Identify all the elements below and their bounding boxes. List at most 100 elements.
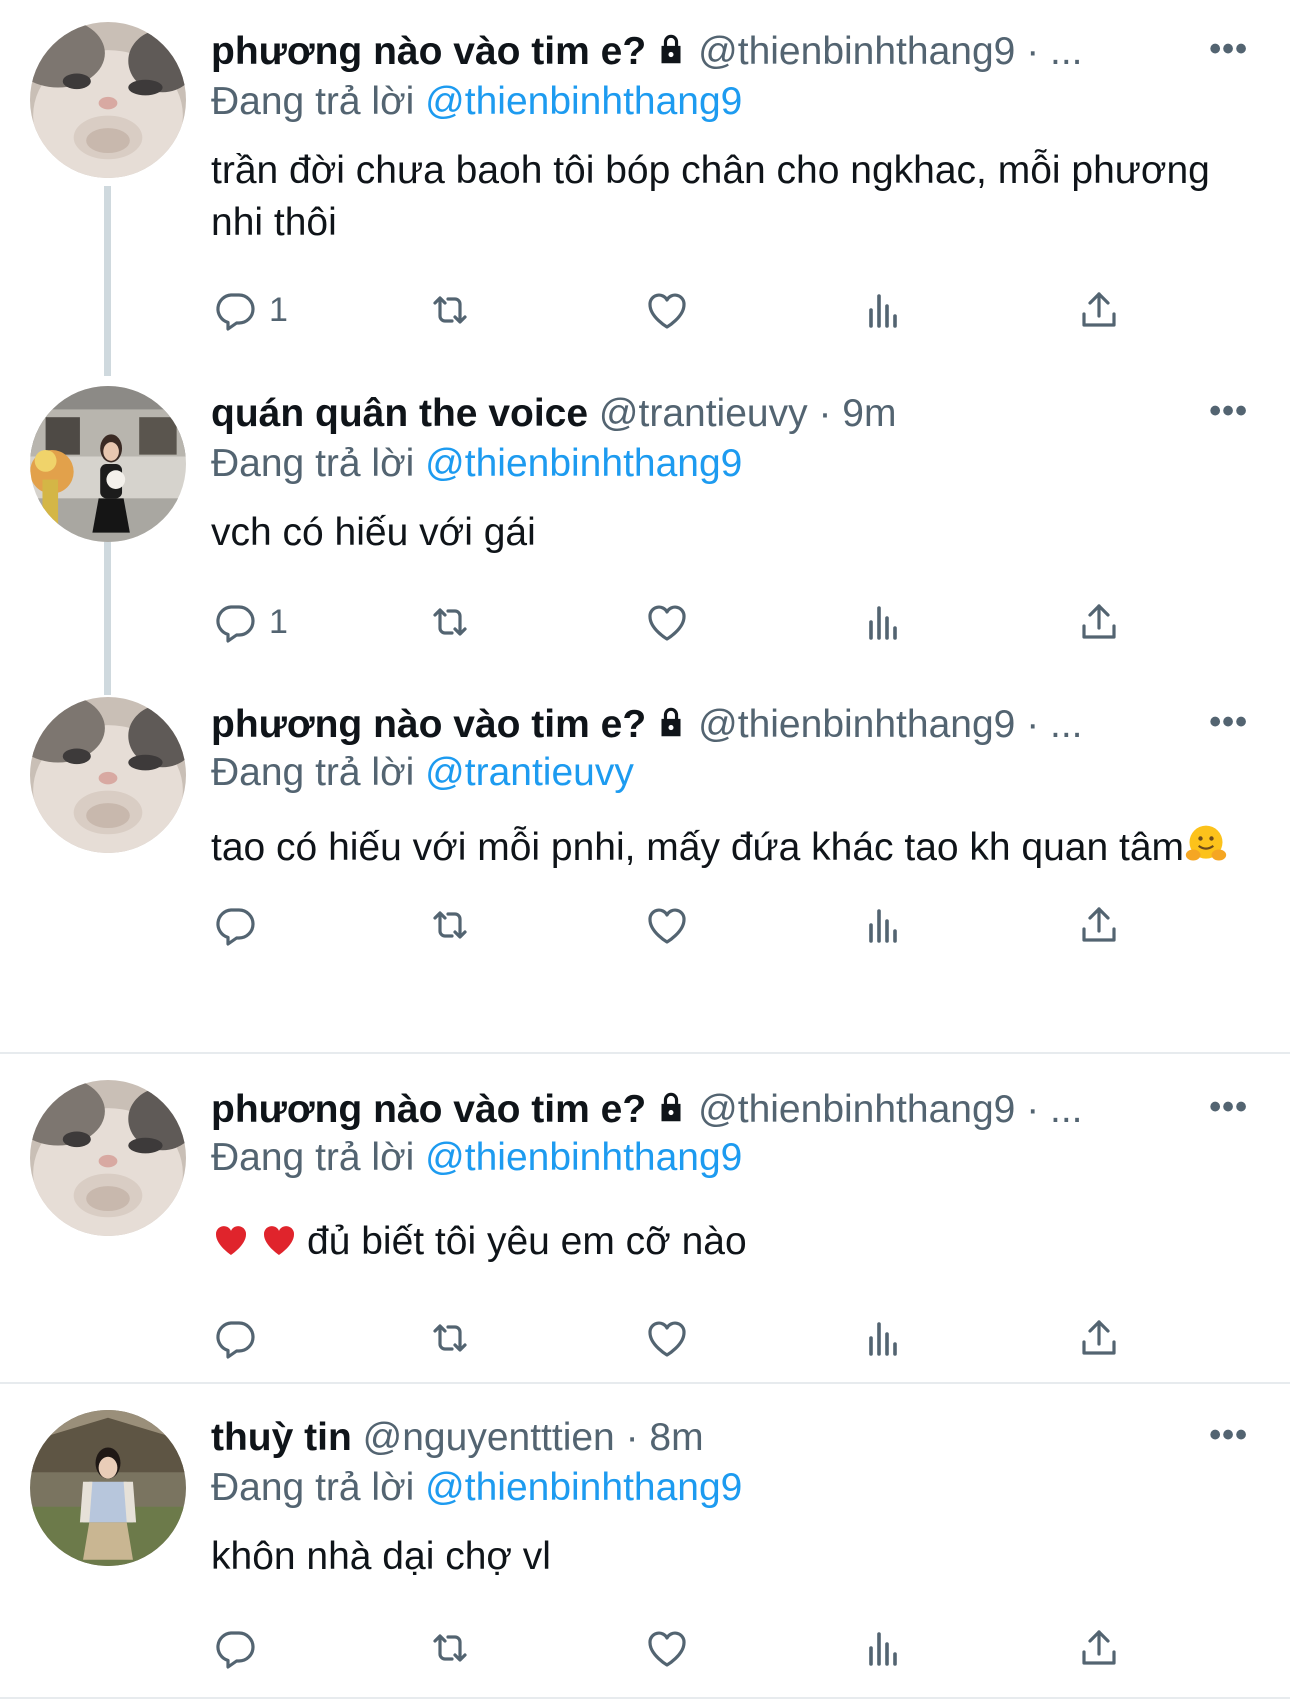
more-icon[interactable]: •••	[1209, 30, 1248, 69]
views-button[interactable]	[859, 1620, 907, 1676]
mention-link[interactable]: @thienbinhthang9	[425, 1136, 742, 1179]
like-button[interactable]	[643, 594, 691, 650]
reply-icon	[211, 598, 259, 646]
display-name[interactable]: quán quân the voice	[211, 392, 588, 435]
replying-to-label: Đang trả lời	[211, 751, 415, 794]
tweet-text-content: đủ biết tôi yêu em cỡ nào	[307, 1220, 747, 1263]
display-name[interactable]: phương nào vào tim e?	[211, 1088, 646, 1131]
share-icon	[1075, 901, 1123, 949]
timestamp: · 8m	[625, 1416, 704, 1459]
retweet-button[interactable]	[426, 594, 474, 650]
like-icon	[643, 1314, 691, 1362]
timestamp: · 9m	[818, 392, 897, 435]
user-handle[interactable]: @nguyentttien	[363, 1416, 615, 1459]
retweet-button[interactable]	[426, 282, 474, 338]
user-handle[interactable]: @thienbinhthang9	[698, 703, 1015, 746]
avatar[interactable]	[30, 22, 186, 178]
mention-link[interactable]: @thienbinhthang9	[425, 1466, 742, 1509]
tweet-text: trần đời chưa baoh tôi bóp chân cho ngkh…	[211, 149, 1210, 244]
more-icon[interactable]: •••	[1209, 1088, 1248, 1127]
reply-button[interactable]	[211, 1620, 269, 1676]
action-bar	[211, 1620, 1141, 1676]
red-heart-emoji-icon	[215, 1226, 247, 1255]
replying-to: Đang trả lời @thienbinhthang9	[211, 78, 742, 126]
views-button[interactable]	[859, 594, 907, 650]
more-icon[interactable]: •••	[1209, 1416, 1248, 1455]
like-button[interactable]	[643, 1620, 691, 1676]
tweet-text: tao có hiếu với mỗi pnhi, mấy đứa khác t…	[211, 815, 1251, 881]
retweet-button[interactable]	[426, 1310, 474, 1366]
user-handle[interactable]: @trantieuvy	[599, 392, 808, 435]
replying-to: Đang trả lời @thienbinhthang9	[211, 1134, 742, 1182]
retweet-icon	[426, 1624, 474, 1672]
mention-link[interactable]: @thienbinhthang9	[425, 442, 742, 485]
reply-count: 1	[269, 602, 288, 641]
tweet-header: phương nào vào tim e? @thienbinhthang9 · …	[211, 28, 1270, 76]
action-bar: 1	[211, 282, 1141, 338]
reply-button[interactable]	[211, 897, 269, 953]
tweet[interactable]: quán quân the voice @trantieuvy · 9m •••…	[0, 362, 1290, 692]
views-button[interactable]	[859, 1310, 907, 1366]
share-button[interactable]	[1075, 282, 1123, 338]
retweet-button[interactable]	[426, 897, 474, 953]
display-name[interactable]: phương nào vào tim e?	[211, 703, 646, 746]
user-handle[interactable]: @thienbinhthang9	[698, 30, 1015, 73]
replying-to-label: Đang trả lời	[211, 80, 415, 123]
views-button[interactable]	[859, 282, 907, 338]
action-bar	[211, 897, 1141, 953]
share-button[interactable]	[1075, 897, 1123, 953]
reply-icon	[211, 1314, 259, 1362]
lock-icon	[652, 1088, 690, 1126]
action-bar: 1	[211, 594, 1141, 650]
share-icon	[1075, 1314, 1123, 1362]
views-icon	[859, 286, 907, 334]
share-icon	[1075, 286, 1123, 334]
share-button[interactable]	[1075, 1620, 1123, 1676]
replying-to-label: Đang trả lời	[211, 1136, 415, 1179]
tweet-text: khôn nhà dại chợ vl	[211, 1535, 551, 1578]
reply-button[interactable]	[211, 1310, 269, 1366]
retweet-button[interactable]	[426, 1620, 474, 1676]
lock-icon	[652, 703, 690, 741]
reply-button[interactable]: 1	[211, 282, 288, 338]
share-button[interactable]	[1075, 1310, 1123, 1366]
like-button[interactable]	[643, 282, 691, 338]
more-icon[interactable]: •••	[1209, 703, 1248, 742]
avatar[interactable]	[30, 386, 186, 542]
timestamp: · ...	[1026, 703, 1083, 746]
views-icon	[859, 901, 907, 949]
avatar[interactable]	[30, 1080, 186, 1236]
replying-to: Đang trả lời @thienbinhthang9	[211, 440, 742, 488]
avatar[interactable]	[30, 1410, 186, 1566]
like-icon	[643, 901, 691, 949]
display-name[interactable]: thuỳ tin	[211, 1416, 352, 1459]
replying-to-label: Đang trả lời	[211, 1466, 415, 1509]
tweet[interactable]: phương nào vào tim e? @thienbinhthang9 · …	[0, 675, 1290, 1050]
tweet-text: vch có hiếu với gái	[211, 511, 536, 554]
like-button[interactable]	[643, 1310, 691, 1366]
tweet[interactable]: phương nào vào tim e? @thienbinhthang9 · …	[0, 1056, 1290, 1381]
tweet[interactable]: phương nào vào tim e? @thienbinhthang9 · …	[0, 0, 1290, 370]
like-button[interactable]	[643, 897, 691, 953]
retweet-icon	[426, 1314, 474, 1362]
timestamp: · ...	[1026, 1088, 1083, 1131]
user-handle[interactable]: @thienbinhthang9	[698, 1088, 1015, 1131]
avatar[interactable]	[30, 697, 186, 853]
share-button[interactable]	[1075, 594, 1123, 650]
reply-button[interactable]: 1	[211, 594, 288, 650]
like-icon	[643, 286, 691, 334]
mention-link[interactable]: @trantieuvy	[425, 751, 634, 794]
divider	[0, 1382, 1290, 1384]
mention-link[interactable]: @thienbinhthang9	[425, 80, 742, 123]
tweet-text: đủ biết tôi yêu em cỡ nào	[211, 1216, 1251, 1268]
reply-icon	[211, 1624, 259, 1672]
tweet-header: thuỳ tin @nguyentttien · 8m	[211, 1414, 1270, 1462]
lock-icon	[652, 30, 690, 68]
more-icon[interactable]: •••	[1209, 392, 1248, 431]
views-icon	[859, 598, 907, 646]
views-button[interactable]	[859, 897, 907, 953]
replying-to-label: Đang trả lời	[211, 442, 415, 485]
tweet[interactable]: thuỳ tin @nguyentttien · 8m ••• Đang trả…	[0, 1386, 1290, 1703]
display-name[interactable]: phương nào vào tim e?	[211, 30, 646, 73]
action-bar	[211, 1310, 1141, 1366]
